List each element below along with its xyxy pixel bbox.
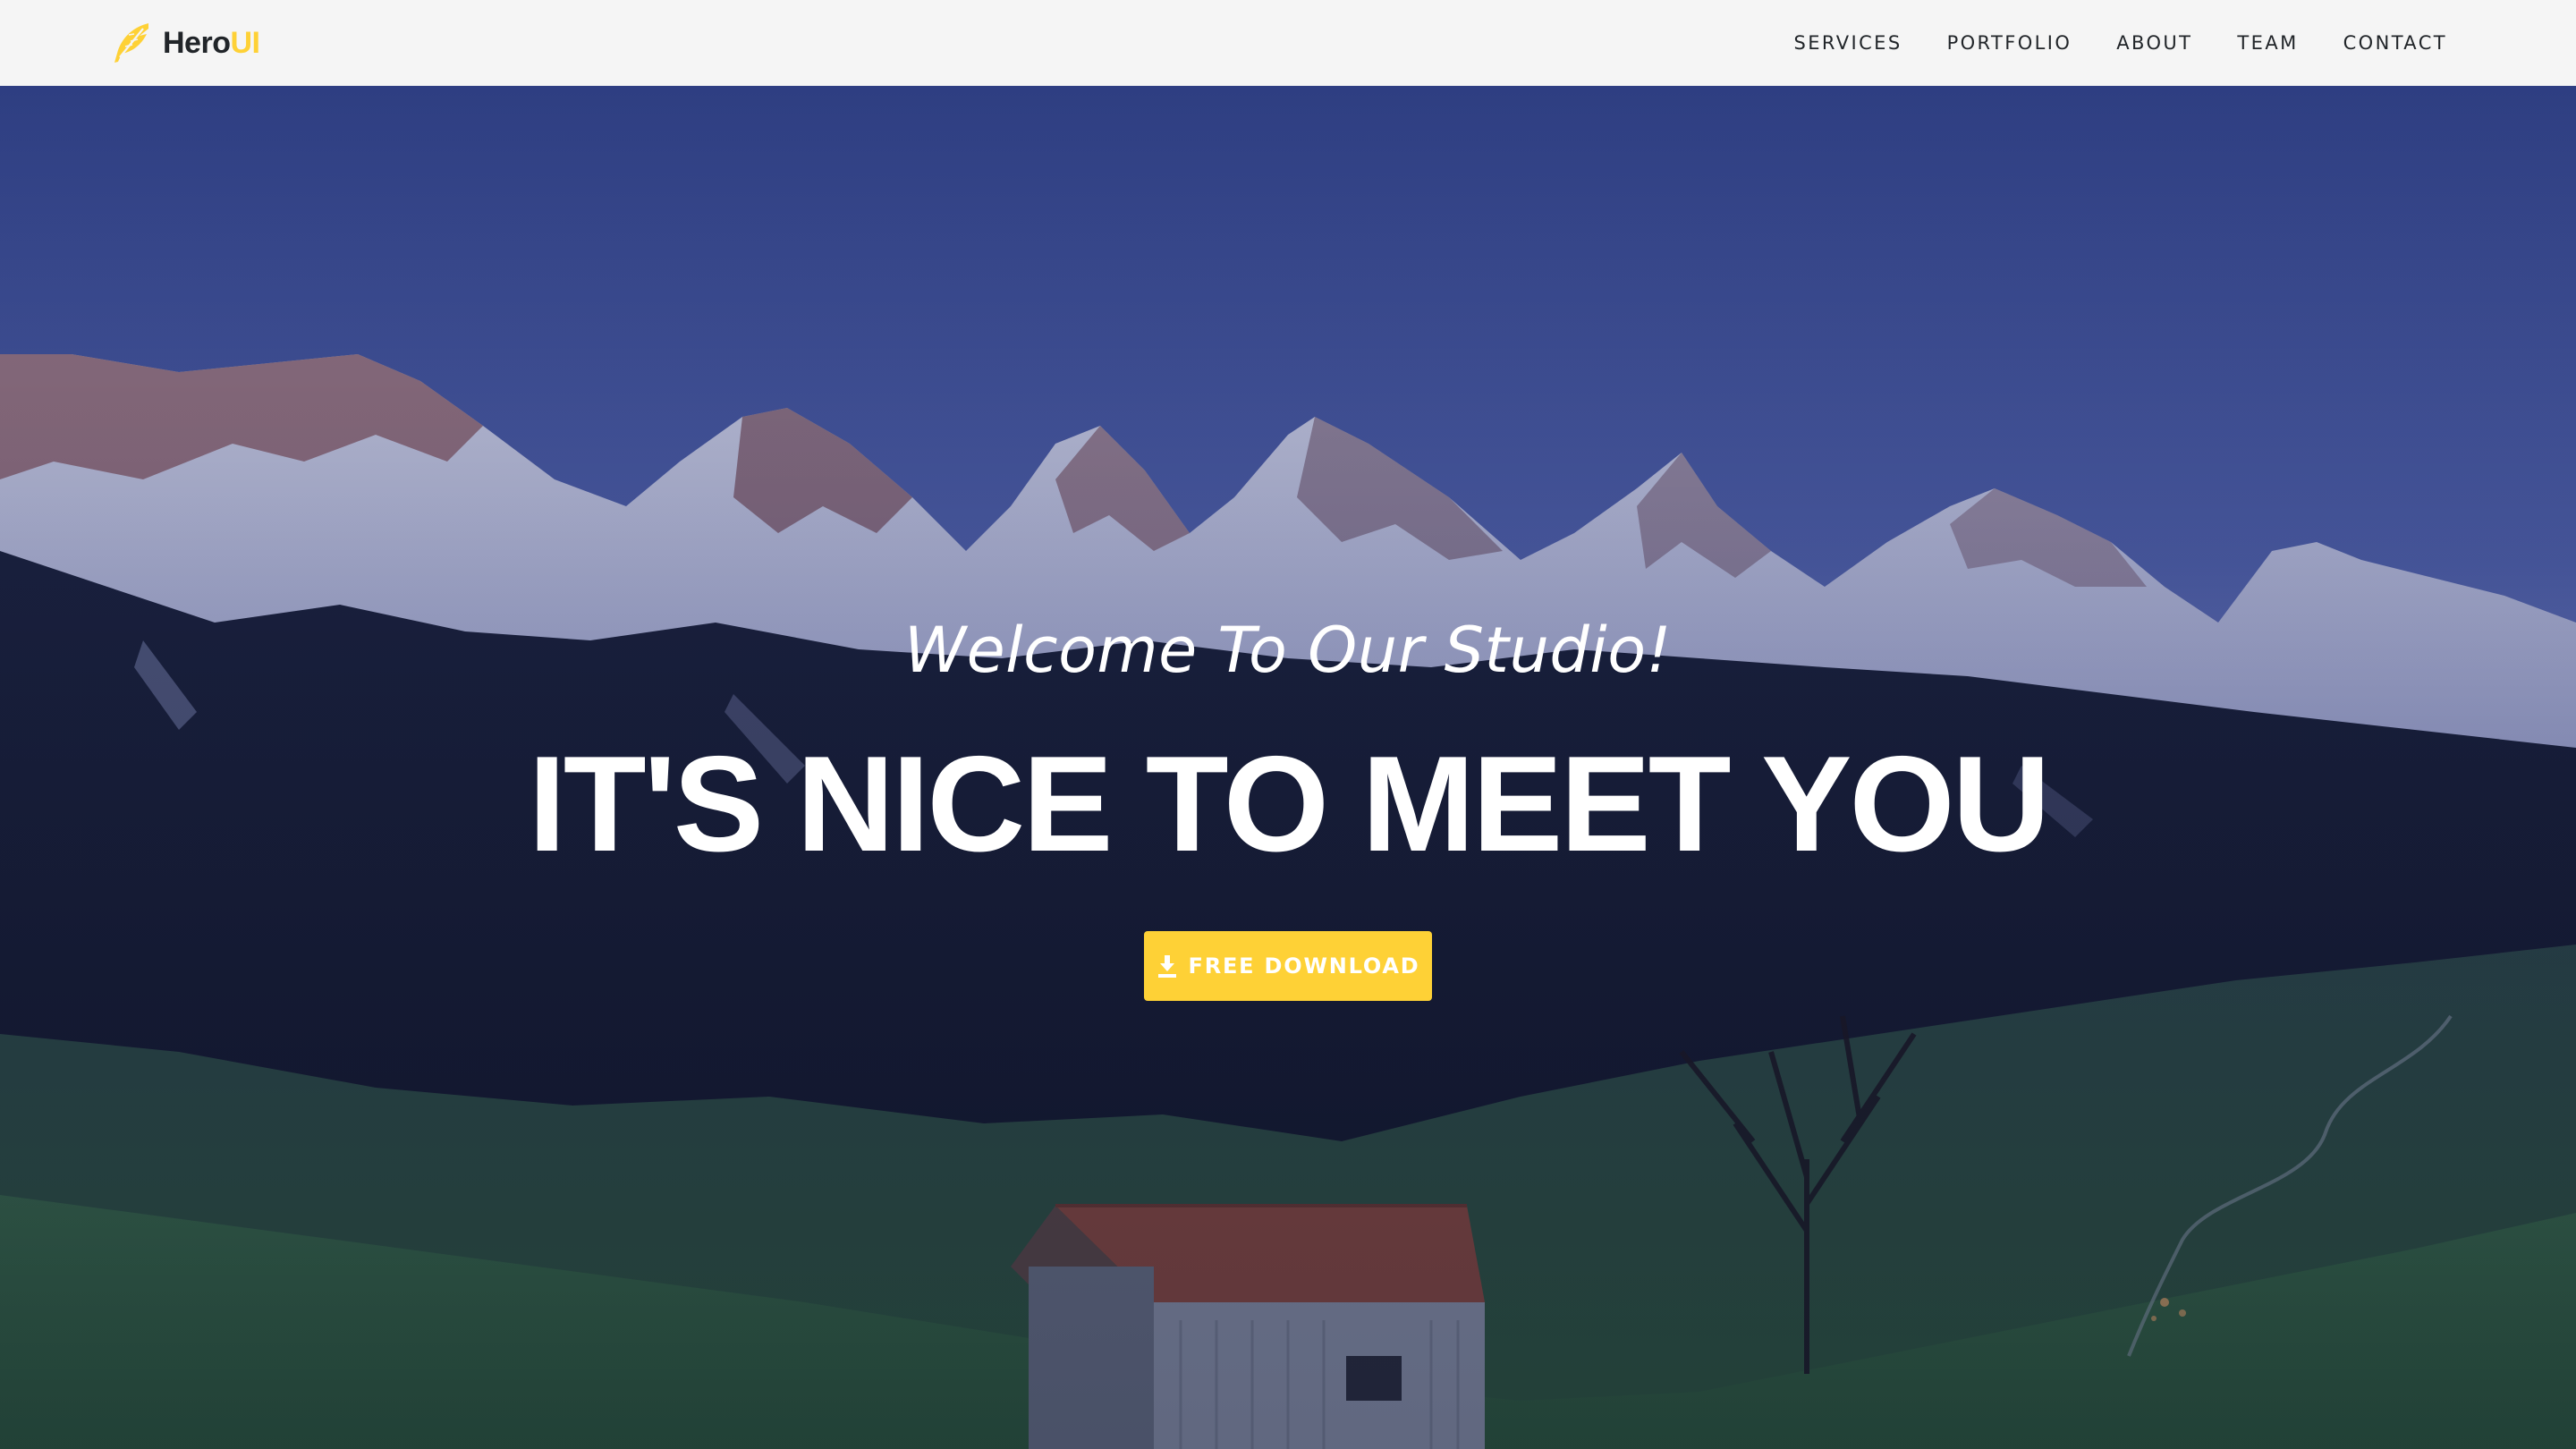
nav-link-about[interactable]: ABOUT [2116,32,2192,54]
hero-section: Welcome To Our Studio! IT'S NICE TO MEET… [0,86,2576,1449]
nav-link-services[interactable]: SERVICES [1794,32,1902,54]
hero-content: Welcome To Our Studio! IT'S NICE TO MEET… [0,86,2576,1449]
nav-menu: SERVICES PORTFOLIO ABOUT TEAM CONTACT [1794,32,2448,54]
nav-link-portfolio[interactable]: PORTFOLIO [1947,32,2072,54]
hero-heading: IT'S NICE TO MEET YOU [528,728,2051,880]
top-navbar: HeroUI SERVICES PORTFOLIO ABOUT TEAM CON… [0,0,2576,86]
brand-name: HeroUI [163,25,260,60]
free-download-label: FREE DOWNLOAD [1188,953,1420,979]
download-icon [1157,955,1176,978]
free-download-button[interactable]: FREE DOWNLOAD [1144,931,1432,1001]
feather-icon [114,23,148,63]
nav-link-contact[interactable]: CONTACT [2343,32,2447,54]
brand-logo-link[interactable]: HeroUI [107,20,260,66]
nav-link-team[interactable]: TEAM [2237,32,2298,54]
brand-name-accent: UI [230,25,260,60]
hero-subheading: Welcome To Our Studio! [903,614,1673,687]
